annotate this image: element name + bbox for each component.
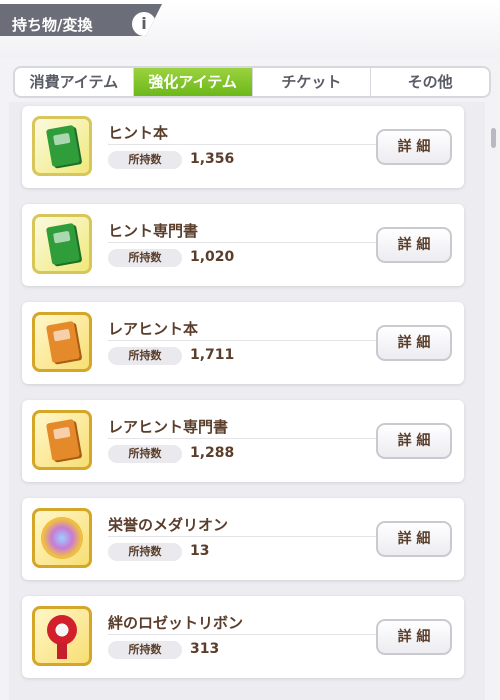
count-label: 所持数 <box>108 543 182 561</box>
list-item: ヒント本 所持数 1,356 詳 細 <box>22 106 464 188</box>
list-item: レアヒント本 所持数 1,711 詳 細 <box>22 302 464 384</box>
count-value: 313 <box>190 641 220 657</box>
green-tome-icon <box>45 222 81 266</box>
divider <box>108 634 378 635</box>
detail-button[interactable]: 詳 細 <box>376 619 452 655</box>
list-item: ヒント専門書 所持数 1,020 詳 細 <box>22 204 464 286</box>
tab-bar: 消費アイテム 強化アイテム チケット その他 <box>13 66 491 98</box>
tab-tickets[interactable]: チケット <box>253 68 372 96</box>
item-icon-frame <box>32 116 92 176</box>
detail-button[interactable]: 詳 細 <box>376 521 452 557</box>
detail-button[interactable]: 詳 細 <box>376 423 452 459</box>
count-label: 所持数 <box>108 151 182 169</box>
count-label: 所持数 <box>108 445 182 463</box>
count-label: 所持数 <box>108 641 182 659</box>
item-name: レアヒント専門書 <box>108 418 229 436</box>
item-icon-frame <box>32 410 92 470</box>
divider <box>108 536 378 537</box>
divider <box>108 340 378 341</box>
count-value: 13 <box>190 543 210 559</box>
medallion-icon <box>41 517 83 559</box>
item-name: レアヒント本 <box>108 320 199 338</box>
count-label: 所持数 <box>108 249 182 267</box>
orange-book-icon <box>45 320 81 364</box>
divider <box>108 242 378 243</box>
detail-button[interactable]: 詳 細 <box>376 325 452 361</box>
count-value: 1,356 <box>190 151 235 167</box>
item-icon-frame <box>32 606 92 666</box>
detail-button[interactable]: 詳 細 <box>376 227 452 263</box>
title-bar: 持ち物/変換 i <box>0 4 162 36</box>
tab-other[interactable]: その他 <box>371 68 489 96</box>
divider <box>108 438 378 439</box>
tab-consumables[interactable]: 消費アイテム <box>15 68 134 96</box>
count-value: 1,020 <box>190 249 235 265</box>
rosette-ribbon-icon <box>47 615 77 645</box>
detail-button[interactable]: 詳 細 <box>376 129 452 165</box>
ribbon-tail-icon <box>57 643 67 659</box>
scrollbar[interactable] <box>491 128 496 148</box>
item-icon-frame <box>32 508 92 568</box>
green-book-icon <box>45 124 81 168</box>
tab-enhancement-items[interactable]: 強化アイテム <box>133 68 253 96</box>
count-value: 1,711 <box>190 347 235 363</box>
list-item: レアヒント専門書 所持数 1,288 詳 細 <box>22 400 464 482</box>
list-item: 絆のロゼットリボン 所持数 313 詳 細 <box>22 596 464 678</box>
divider <box>108 144 378 145</box>
item-name: 栄誉のメダリオン <box>108 516 229 534</box>
page-title: 持ち物/変換 <box>12 16 93 34</box>
item-icon-frame <box>32 214 92 274</box>
header: 持ち物/変換 i <box>0 0 500 58</box>
count-label: 所持数 <box>108 347 182 365</box>
item-name: 絆のロゼットリボン <box>108 614 244 632</box>
item-name: ヒント専門書 <box>108 222 199 240</box>
count-value: 1,288 <box>190 445 235 461</box>
item-icon-frame <box>32 312 92 372</box>
orange-tome-icon <box>45 418 81 462</box>
info-icon[interactable]: i <box>132 12 156 36</box>
item-name: ヒント本 <box>108 124 169 142</box>
list-item: 栄誉のメダリオン 所持数 13 詳 細 <box>22 498 464 580</box>
